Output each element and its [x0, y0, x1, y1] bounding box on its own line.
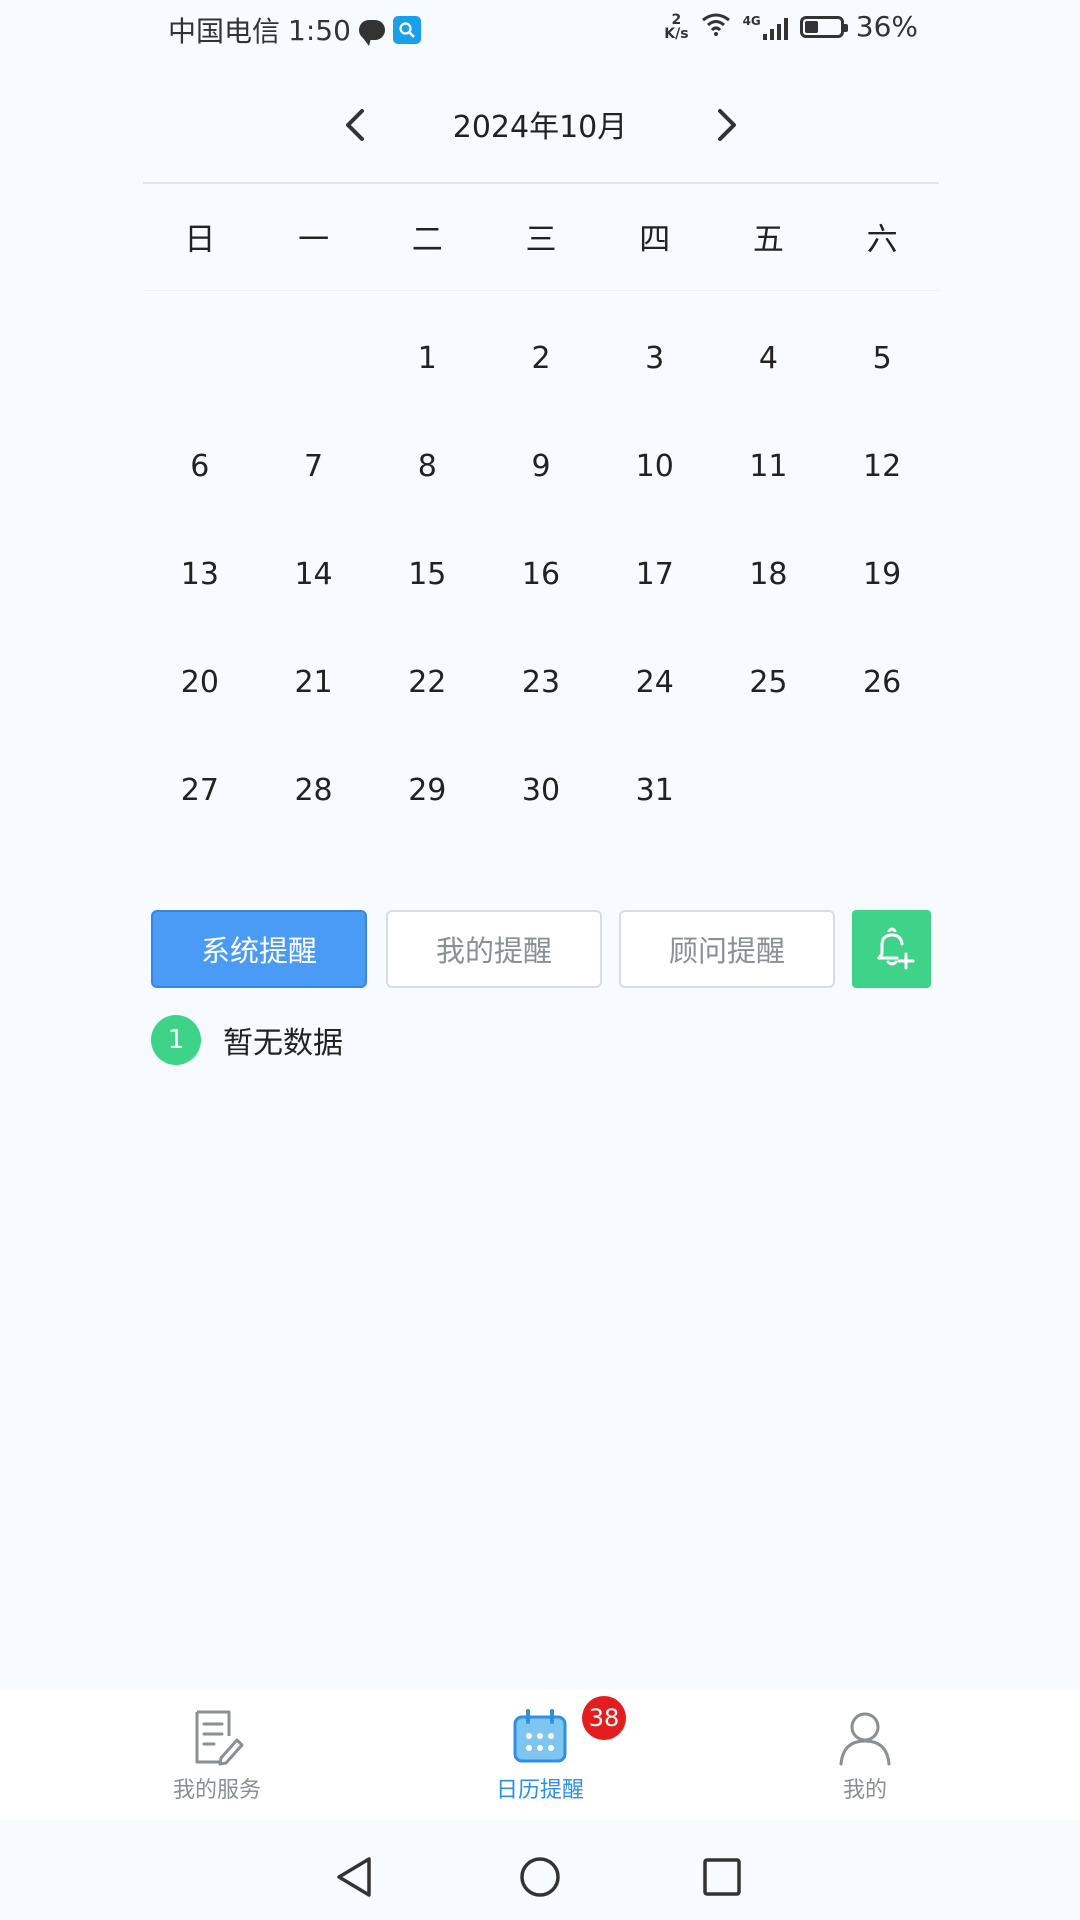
nav-my-services[interactable]: 我的服务 — [137, 1708, 297, 1804]
back-triangle-icon — [337, 1857, 371, 1897]
calendar-day[interactable]: 28 — [257, 736, 371, 844]
calendar-day[interactable]: 16 — [484, 520, 598, 628]
calendar-day[interactable]: 17 — [598, 520, 712, 628]
next-month-button[interactable] — [704, 102, 750, 148]
calendar-day[interactable]: 13 — [143, 520, 257, 628]
calendar-icon — [513, 1709, 567, 1763]
calendar-day[interactable]: 1 — [370, 304, 484, 412]
calendar-day[interactable]: 24 — [598, 628, 712, 736]
calendar-day-empty — [825, 736, 939, 844]
calendar-day[interactable]: 6 — [143, 412, 257, 520]
calendar-day[interactable]: 18 — [712, 520, 826, 628]
home-circle-icon — [520, 1857, 560, 1897]
calendar-day[interactable]: 19 — [825, 520, 939, 628]
empty-message: 暂无数据 — [223, 1026, 343, 1061]
calendar-day[interactable]: 21 — [257, 628, 371, 736]
home-button[interactable] — [515, 1852, 565, 1902]
add-reminder-button[interactable] — [852, 910, 931, 988]
recent-square-icon — [703, 1858, 741, 1896]
weekday-label: 一 — [298, 222, 330, 258]
calendar-day[interactable]: 3 — [598, 304, 712, 412]
tab-system-reminder[interactable]: 系统提醒 — [151, 910, 367, 988]
battery-icon — [799, 15, 848, 38]
carrier-label: 中国电信 — [168, 15, 281, 48]
calendar-day[interactable]: 20 — [143, 628, 257, 736]
tab-my-reminder[interactable]: 我的提醒 — [386, 910, 602, 988]
status-left: 中国电信 1:50 — [168, 10, 421, 50]
status-bar: 中国电信 1:50 2 K/s 4G 36% — [0, 0, 1080, 60]
header-divider — [143, 182, 939, 184]
calendar-day-empty — [143, 304, 257, 412]
wifi-icon — [701, 10, 731, 43]
search-app-icon — [392, 16, 421, 44]
calendar-day[interactable]: 29 — [370, 736, 484, 844]
calendar-day[interactable]: 27 — [143, 736, 257, 844]
calendar-day[interactable]: 5 — [825, 304, 939, 412]
month-title: 2024年10月 — [452, 110, 628, 145]
month-header: 2024年10月 — [0, 90, 1080, 160]
battery-level: 36% — [855, 10, 918, 43]
weekday-label: 二 — [411, 222, 443, 258]
weekday-label: 四 — [639, 222, 671, 258]
nav-label: 我的 — [842, 1778, 887, 1803]
calendar-day[interactable]: 15 — [370, 520, 484, 628]
chevron-right-icon — [718, 109, 736, 141]
calendar-day[interactable]: 7 — [257, 412, 371, 520]
calendar-day-empty — [712, 736, 826, 844]
calendar-day[interactable]: 31 — [598, 736, 712, 844]
message-icon — [358, 20, 385, 46]
weekday-label: 日 — [184, 222, 216, 258]
net-speed: 2 K/s — [664, 11, 689, 42]
nav-me[interactable]: 我的 — [785, 1708, 945, 1804]
empty-state: 1 暂无数据 — [151, 1015, 343, 1065]
signal-icon: 4G — [743, 14, 788, 40]
calendar-day[interactable]: 4 — [712, 304, 826, 412]
bell-plus-icon — [877, 927, 914, 970]
calendar-day[interactable]: 14 — [257, 520, 371, 628]
calendar-day[interactable]: 23 — [484, 628, 598, 736]
weekday-label: 五 — [752, 222, 784, 258]
notification-badge: 38 — [582, 1696, 626, 1740]
calendar-day[interactable]: 2 — [484, 304, 598, 412]
calendar-day[interactable]: 30 — [484, 736, 598, 844]
calendar-day[interactable]: 11 — [712, 412, 826, 520]
bottom-navigation: 我的服务 38 日历提醒 我的 — [0, 1690, 1080, 1820]
weekday-header: 日 一 二 三 四 五 六 — [143, 210, 939, 270]
weekday-label: 六 — [866, 222, 898, 258]
calendar-day[interactable]: 22 — [370, 628, 484, 736]
weekday-label: 三 — [525, 222, 557, 258]
calendar-day[interactable]: 10 — [598, 412, 712, 520]
nav-calendar-reminder[interactable]: 38 日历提醒 — [460, 1696, 626, 1804]
calendar-day[interactable]: 8 — [370, 412, 484, 520]
nav-label: 日历提醒 — [495, 1778, 584, 1803]
list-index-badge: 1 — [151, 1015, 201, 1065]
calendar-day[interactable]: 12 — [825, 412, 939, 520]
calendar-day[interactable]: 9 — [484, 412, 598, 520]
calendar-day-empty — [257, 304, 371, 412]
weekday-divider — [143, 290, 939, 291]
system-navigation-bar — [0, 1840, 1080, 1920]
nav-label: 我的服务 — [172, 1778, 261, 1803]
status-right: 2 K/s 4G 36% — [664, 10, 918, 43]
calendar-day[interactable]: 26 — [825, 628, 939, 736]
calendar-grid: 1 2 3 4 5 6 7 8 9 10 11 12 13 14 15 16 1… — [143, 304, 939, 844]
reminder-tabs: 系统提醒 我的提醒 顾问提醒 — [151, 910, 931, 988]
tab-advisor-reminder[interactable]: 顾问提醒 — [619, 910, 835, 988]
document-edit-icon — [195, 1710, 244, 1766]
clock: 1:50 — [288, 13, 351, 47]
recent-apps-button[interactable] — [697, 1852, 747, 1902]
user-icon — [839, 1712, 891, 1766]
calendar-day[interactable]: 25 — [712, 628, 826, 736]
back-button[interactable] — [330, 1852, 380, 1902]
